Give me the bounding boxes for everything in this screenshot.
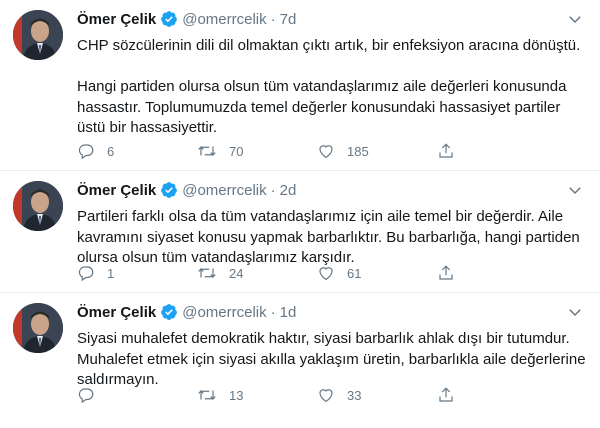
tweet-actions: 1 24 61 [77,263,497,283]
share-icon [439,265,453,280]
verified-badge-icon [160,10,178,28]
author-handle[interactable]: @omerrcelik [182,11,266,28]
like-count: 33 [347,387,362,403]
reply-count: 6 [107,143,115,159]
retweet-icon [198,389,216,401]
tweet-actions: 13 33 [77,385,497,405]
tweet-header: Ömer Çelik @omerrcelik · 1d [77,301,586,323]
retweet-button[interactable]: 70 [197,142,287,160]
verified-badge-icon [160,181,178,199]
chevron-down-icon[interactable] [566,10,584,28]
share-button[interactable] [437,264,467,282]
reply-button[interactable]: 6 [77,142,167,160]
tweet-feed: Ömer Çelik @omerrcelik · 7d CHP sözcüler… [0,0,600,428]
verified-badge-icon [160,303,178,321]
reply-count: 1 [107,265,115,281]
like-button[interactable]: 185 [317,142,407,160]
tweet-actions: 6 70 185 [77,141,497,161]
avatar[interactable] [13,10,63,60]
reply-icon [78,144,94,160]
author-name[interactable]: Ömer Çelik [77,304,156,321]
retweet-icon [198,267,216,279]
share-icon [439,143,453,158]
like-count: 61 [347,265,362,281]
tweet-timestamp[interactable]: 2d [280,182,297,199]
retweet-button[interactable]: 13 [197,386,287,404]
reply-button[interactable]: 1 [77,264,167,282]
tweet-header: Ömer Çelik @omerrcelik · 2d [77,179,586,201]
tweet-text: Siyasi muhalefet demokratik haktır, siya… [77,330,590,388]
tweet[interactable]: Ömer Çelik @omerrcelik · 2d Partileri fa… [0,171,600,293]
share-icon [439,387,453,402]
chevron-down-icon[interactable] [566,303,584,321]
author-name[interactable]: Ömer Çelik [77,11,156,28]
share-button[interactable] [437,386,467,404]
retweet-count: 70 [229,143,244,159]
separator-dot: · [270,303,276,321]
author-handle[interactable]: @omerrcelik [182,304,266,321]
retweet-count: 13 [229,387,244,403]
tweet[interactable]: Ömer Çelik @omerrcelik · 1d Siyasi muhal… [0,293,600,428]
heart-icon [319,145,333,159]
share-button[interactable] [437,142,467,160]
tweet-text: Partileri farklı olsa da tüm vatandaşlar… [77,208,584,266]
heart-icon [319,267,333,281]
tweet-text: CHP sözcülerinin dili dil olmaktan çıktı… [77,37,581,136]
avatar[interactable] [13,181,63,231]
heart-icon [319,389,333,403]
chevron-down-icon[interactable] [566,181,584,199]
retweet-count: 24 [229,265,244,281]
retweet-button[interactable]: 24 [197,264,287,282]
avatar[interactable] [13,303,63,353]
reply-button[interactable] [77,386,167,404]
tweet-timestamp[interactable]: 1d [280,304,297,321]
retweet-icon [198,145,216,157]
author-name[interactable]: Ömer Çelik [77,182,156,199]
tweet-timestamp[interactable]: 7d [280,11,297,28]
reply-icon [78,266,94,282]
like-button[interactable]: 61 [317,264,407,282]
reply-icon [78,388,94,404]
separator-dot: · [270,181,276,199]
tweet-header: Ömer Çelik @omerrcelik · 7d [77,8,586,30]
author-handle[interactable]: @omerrcelik [182,182,266,199]
separator-dot: · [270,10,276,28]
like-count: 185 [347,143,369,159]
tweet[interactable]: Ömer Çelik @omerrcelik · 7d CHP sözcüler… [0,0,600,171]
like-button[interactable]: 33 [317,386,407,404]
